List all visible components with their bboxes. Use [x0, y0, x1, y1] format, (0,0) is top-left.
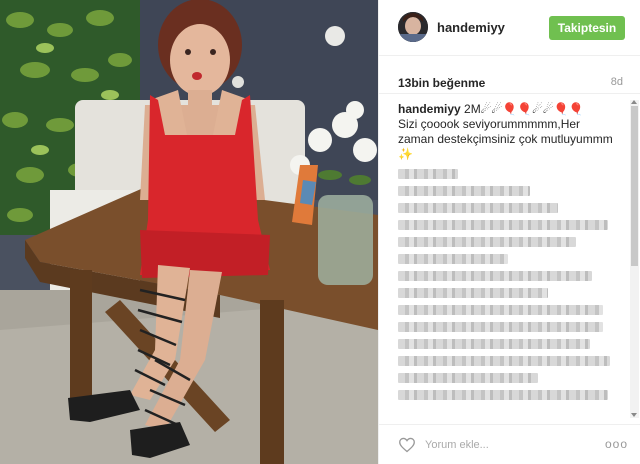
avatar[interactable]: [398, 12, 428, 42]
caption-text-2: Sizi çooook seviyorummmmm,Her: [398, 117, 581, 131]
redacted-comment: [398, 169, 458, 179]
caption-text-1: 2M☄☄🎈🎈☄☄🎈🎈: [460, 102, 584, 116]
redacted-comment: [398, 339, 590, 349]
redacted-comment: [398, 305, 603, 315]
redacted-comment: [398, 254, 508, 264]
caption: handemiyy 2M☄☄🎈🎈☄☄🎈🎈 Sizi çooook seviyor…: [398, 102, 623, 162]
redacted-comment: [398, 186, 530, 196]
post-side-panel: handemiyy Takiptesin 13bin beğenme 8d ha…: [378, 0, 640, 464]
caption-username[interactable]: handemiyy: [398, 102, 461, 116]
more-options-icon[interactable]: ooo: [605, 437, 628, 451]
scroll-up-arrow-icon[interactable]: [631, 100, 637, 104]
comments-list: handemiyy 2M☄☄🎈🎈☄☄🎈🎈 Sizi çooook seviyor…: [398, 102, 623, 422]
scrollbar-thumb[interactable]: [631, 106, 638, 266]
caption-first-line: handemiyy 2M☄☄🎈🎈☄☄🎈🎈: [398, 102, 623, 117]
avatar-image: [398, 12, 428, 42]
caption-text-3: zaman destekçimsiniz çok mutluyummm: [398, 132, 613, 146]
redacted-comment: [398, 356, 610, 366]
redacted-comment: [398, 288, 548, 298]
post-footer: ooo: [379, 424, 640, 464]
post-header: handemiyy Takiptesin: [379, 0, 640, 56]
post-age[interactable]: 8d: [611, 76, 623, 88]
following-button[interactable]: Takiptesin: [549, 16, 625, 40]
redacted-comment: [398, 237, 576, 247]
redacted-comment: [398, 271, 592, 281]
likes-count[interactable]: 13bin beğenme: [398, 76, 485, 90]
redacted-comment: [398, 322, 603, 332]
redacted-comment: [398, 373, 538, 383]
photo-illustration: [0, 0, 378, 464]
heart-outline-icon[interactable]: [398, 437, 416, 453]
scroll-down-arrow-icon[interactable]: [631, 413, 637, 417]
comments-scrollbar[interactable]: [630, 100, 639, 418]
comment-input[interactable]: [425, 435, 575, 455]
likes-row: 13bin beğenme 8d: [379, 56, 640, 94]
username-link[interactable]: handemiyy: [437, 20, 505, 35]
caption-text-4: ✨: [398, 147, 413, 161]
instagram-post: handemiyy Takiptesin 13bin beğenme 8d ha…: [0, 0, 640, 464]
redacted-comment: [398, 220, 608, 230]
post-photo[interactable]: [0, 0, 378, 464]
redacted-comment: [398, 390, 608, 400]
redacted-comment: [398, 203, 558, 213]
